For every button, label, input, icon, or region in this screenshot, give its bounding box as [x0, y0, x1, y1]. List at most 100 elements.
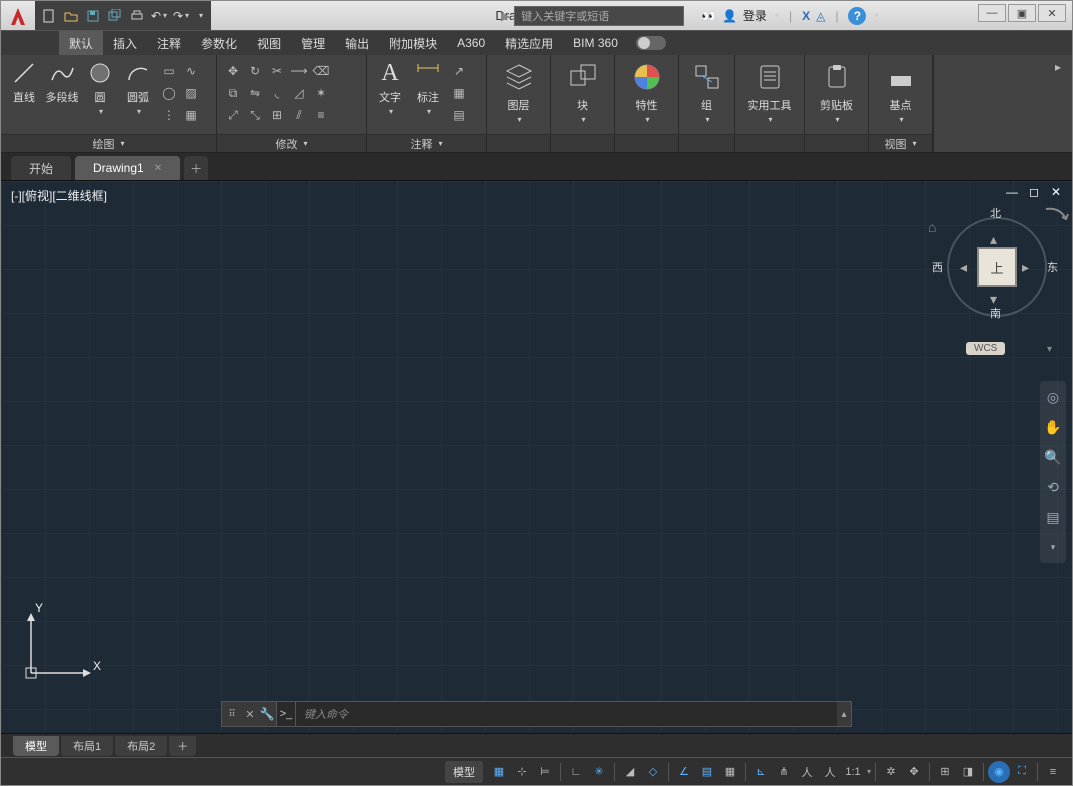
status-osnap-icon[interactable]: ◇	[642, 761, 664, 783]
cmd-drag-handle[interactable]: ⠿	[222, 709, 242, 720]
status-snap-icon[interactable]: ⊹	[511, 761, 533, 783]
hatch-icon[interactable]: ▨	[181, 83, 201, 103]
status-gear-icon[interactable]: ✲	[880, 761, 902, 783]
status-ws-icon[interactable]: ✥	[903, 761, 925, 783]
tab-featured[interactable]: 精选应用	[495, 31, 563, 56]
exchange-x-icon[interactable]: X	[802, 9, 810, 23]
zoom-extents-icon[interactable]: 🔍	[1043, 447, 1063, 467]
layout-add[interactable]: ＋	[169, 736, 196, 756]
status-qp-icon[interactable]: ◨	[957, 761, 979, 783]
copy-icon[interactable]: ⧉	[223, 83, 243, 103]
status-iso-icon[interactable]: ◢	[619, 761, 641, 783]
tab-parametric[interactable]: 参数化	[191, 31, 247, 56]
tool-group[interactable]: 组▾	[685, 59, 728, 124]
home-view-icon[interactable]: ⌂	[928, 219, 936, 235]
tab-insert[interactable]: 插入	[103, 31, 147, 56]
status-ortho-icon[interactable]: ∟	[565, 761, 587, 783]
leader-icon[interactable]: ↗	[449, 61, 469, 81]
compass-e[interactable]: 东	[1047, 259, 1058, 275]
full-nav-wheel-icon[interactable]: ◎	[1043, 387, 1063, 407]
spline-icon[interactable]: ∿	[181, 61, 201, 81]
print-icon[interactable]	[127, 6, 147, 26]
tool-arc[interactable]: 圆弧▾	[121, 59, 155, 116]
cmd-customize-icon[interactable]: 🔧	[258, 707, 276, 721]
tool-layers[interactable]: 图层▾	[493, 59, 544, 124]
qat-dropdown[interactable]: ▾	[195, 11, 207, 20]
wcs-badge[interactable]: WCS	[966, 342, 1005, 355]
saveas-icon[interactable]	[105, 6, 125, 26]
showmotion-icon[interactable]: ▤	[1043, 507, 1063, 527]
pan-icon[interactable]: ✋	[1043, 417, 1063, 437]
tool-polyline[interactable]: 多段线	[45, 59, 79, 105]
status-lwt-icon[interactable]: ▤	[696, 761, 718, 783]
minimize-button[interactable]: —	[978, 4, 1006, 22]
tool-baseview[interactable]: 基点▾	[875, 59, 926, 124]
status-grid-icon[interactable]: ▦	[488, 761, 510, 783]
status-clean-screen-icon[interactable]: ⛶	[1011, 761, 1033, 783]
drawing-canvas[interactable]: [-][俯视][二维线框] — ◻ ✕ ⌂ 北 南 西 东 ▴ ▾ ◂ ▸ 上 …	[1, 181, 1072, 733]
user-icon[interactable]: 👤	[722, 9, 737, 23]
mtext-icon[interactable]: ▤	[449, 105, 469, 125]
status-ann-mon-icon[interactable]: 人	[796, 761, 818, 783]
tool-utilities[interactable]: 实用工具▾	[744, 59, 796, 124]
cube-arrow-down[interactable]: ▾	[990, 291, 997, 308]
fillet-icon[interactable]: ◟	[267, 83, 287, 103]
help-icon[interactable]: ?	[848, 7, 866, 25]
align-icon[interactable]: ≡	[311, 105, 331, 125]
tab-drawing1[interactable]: Drawing1✕	[75, 156, 180, 180]
status-model[interactable]: 模型	[445, 761, 483, 783]
status-dynucs-icon[interactable]: ⊾	[750, 761, 772, 783]
redo-icon[interactable]: ↷▾	[171, 6, 191, 26]
point-icon[interactable]: ⋮	[159, 105, 179, 125]
tool-line[interactable]: 直线	[7, 59, 41, 105]
tab-manage[interactable]: 管理	[291, 31, 335, 56]
status-scale[interactable]: 1:1	[842, 761, 864, 783]
tab-addins[interactable]: 附加模块	[379, 31, 447, 56]
panel-draw-title[interactable]: 绘图	[92, 136, 114, 152]
ucs-icon[interactable]: Y X	[21, 603, 101, 683]
tab-annotate[interactable]: 注释	[147, 31, 191, 56]
vp-minimize-icon[interactable]: —	[1004, 185, 1020, 199]
status-ann-auto-icon[interactable]: 人	[819, 761, 841, 783]
scale-icon[interactable]: ⤡	[245, 105, 265, 125]
open-icon[interactable]	[61, 6, 81, 26]
mirror-icon[interactable]: ⇋	[245, 83, 265, 103]
ribbon-minimize-toggle[interactable]	[636, 36, 666, 50]
erase-icon[interactable]: ⌫	[311, 61, 331, 81]
rotate-cw-icon[interactable]	[1042, 205, 1072, 225]
layout-1[interactable]: 布局1	[61, 736, 113, 756]
status-hw-accel-icon[interactable]: ◉	[988, 761, 1010, 783]
tab-start[interactable]: 开始	[11, 156, 71, 180]
cmd-recent-icon[interactable]: ▴	[837, 709, 851, 720]
navbar-menu-icon[interactable]: ▾	[1043, 537, 1063, 557]
tab-default[interactable]: 默认	[59, 30, 103, 56]
vp-close-icon[interactable]: ✕	[1048, 185, 1064, 199]
ellipse-icon[interactable]: ◯	[159, 83, 179, 103]
viewcube-menu[interactable]: ▾	[1047, 344, 1052, 355]
tab-bim360[interactable]: BIM 360	[563, 32, 628, 54]
offset-icon[interactable]: ⫽	[289, 105, 309, 125]
new-icon[interactable]	[39, 6, 59, 26]
panel-view-title[interactable]: 视图	[884, 136, 906, 152]
tab-new[interactable]: ＋	[184, 156, 208, 180]
chamfer-icon[interactable]: ◿	[289, 83, 309, 103]
search-input[interactable]: 键入关键字或短语	[514, 6, 684, 26]
login-link[interactable]: 登录	[743, 7, 767, 24]
search-go-icon[interactable]: ▶	[501, 9, 510, 23]
binoculars-icon[interactable]: 👀	[701, 9, 716, 23]
close-button[interactable]: ✕	[1038, 4, 1066, 22]
viewcube-face-top[interactable]: 上	[977, 247, 1017, 287]
table-icon[interactable]: ▦	[449, 83, 469, 103]
status-transparency-icon[interactable]: ▦	[719, 761, 741, 783]
viewport-label[interactable]: [-][俯视][二维线框]	[11, 187, 107, 204]
explode-icon[interactable]: ✶	[311, 83, 331, 103]
stretch-icon[interactable]: ⤢	[223, 105, 243, 125]
rectangle-icon[interactable]: ▭	[159, 61, 179, 81]
maximize-button[interactable]: ▣	[1008, 4, 1036, 22]
cube-arrow-right[interactable]: ▸	[1022, 259, 1029, 276]
extend-icon[interactable]: ⟶	[289, 61, 309, 81]
app-logo-icon[interactable]	[5, 3, 31, 29]
array-icon[interactable]: ⊞	[267, 105, 287, 125]
status-otrack-icon[interactable]: ∠	[673, 761, 695, 783]
vp-maximize-icon[interactable]: ◻	[1026, 185, 1042, 199]
